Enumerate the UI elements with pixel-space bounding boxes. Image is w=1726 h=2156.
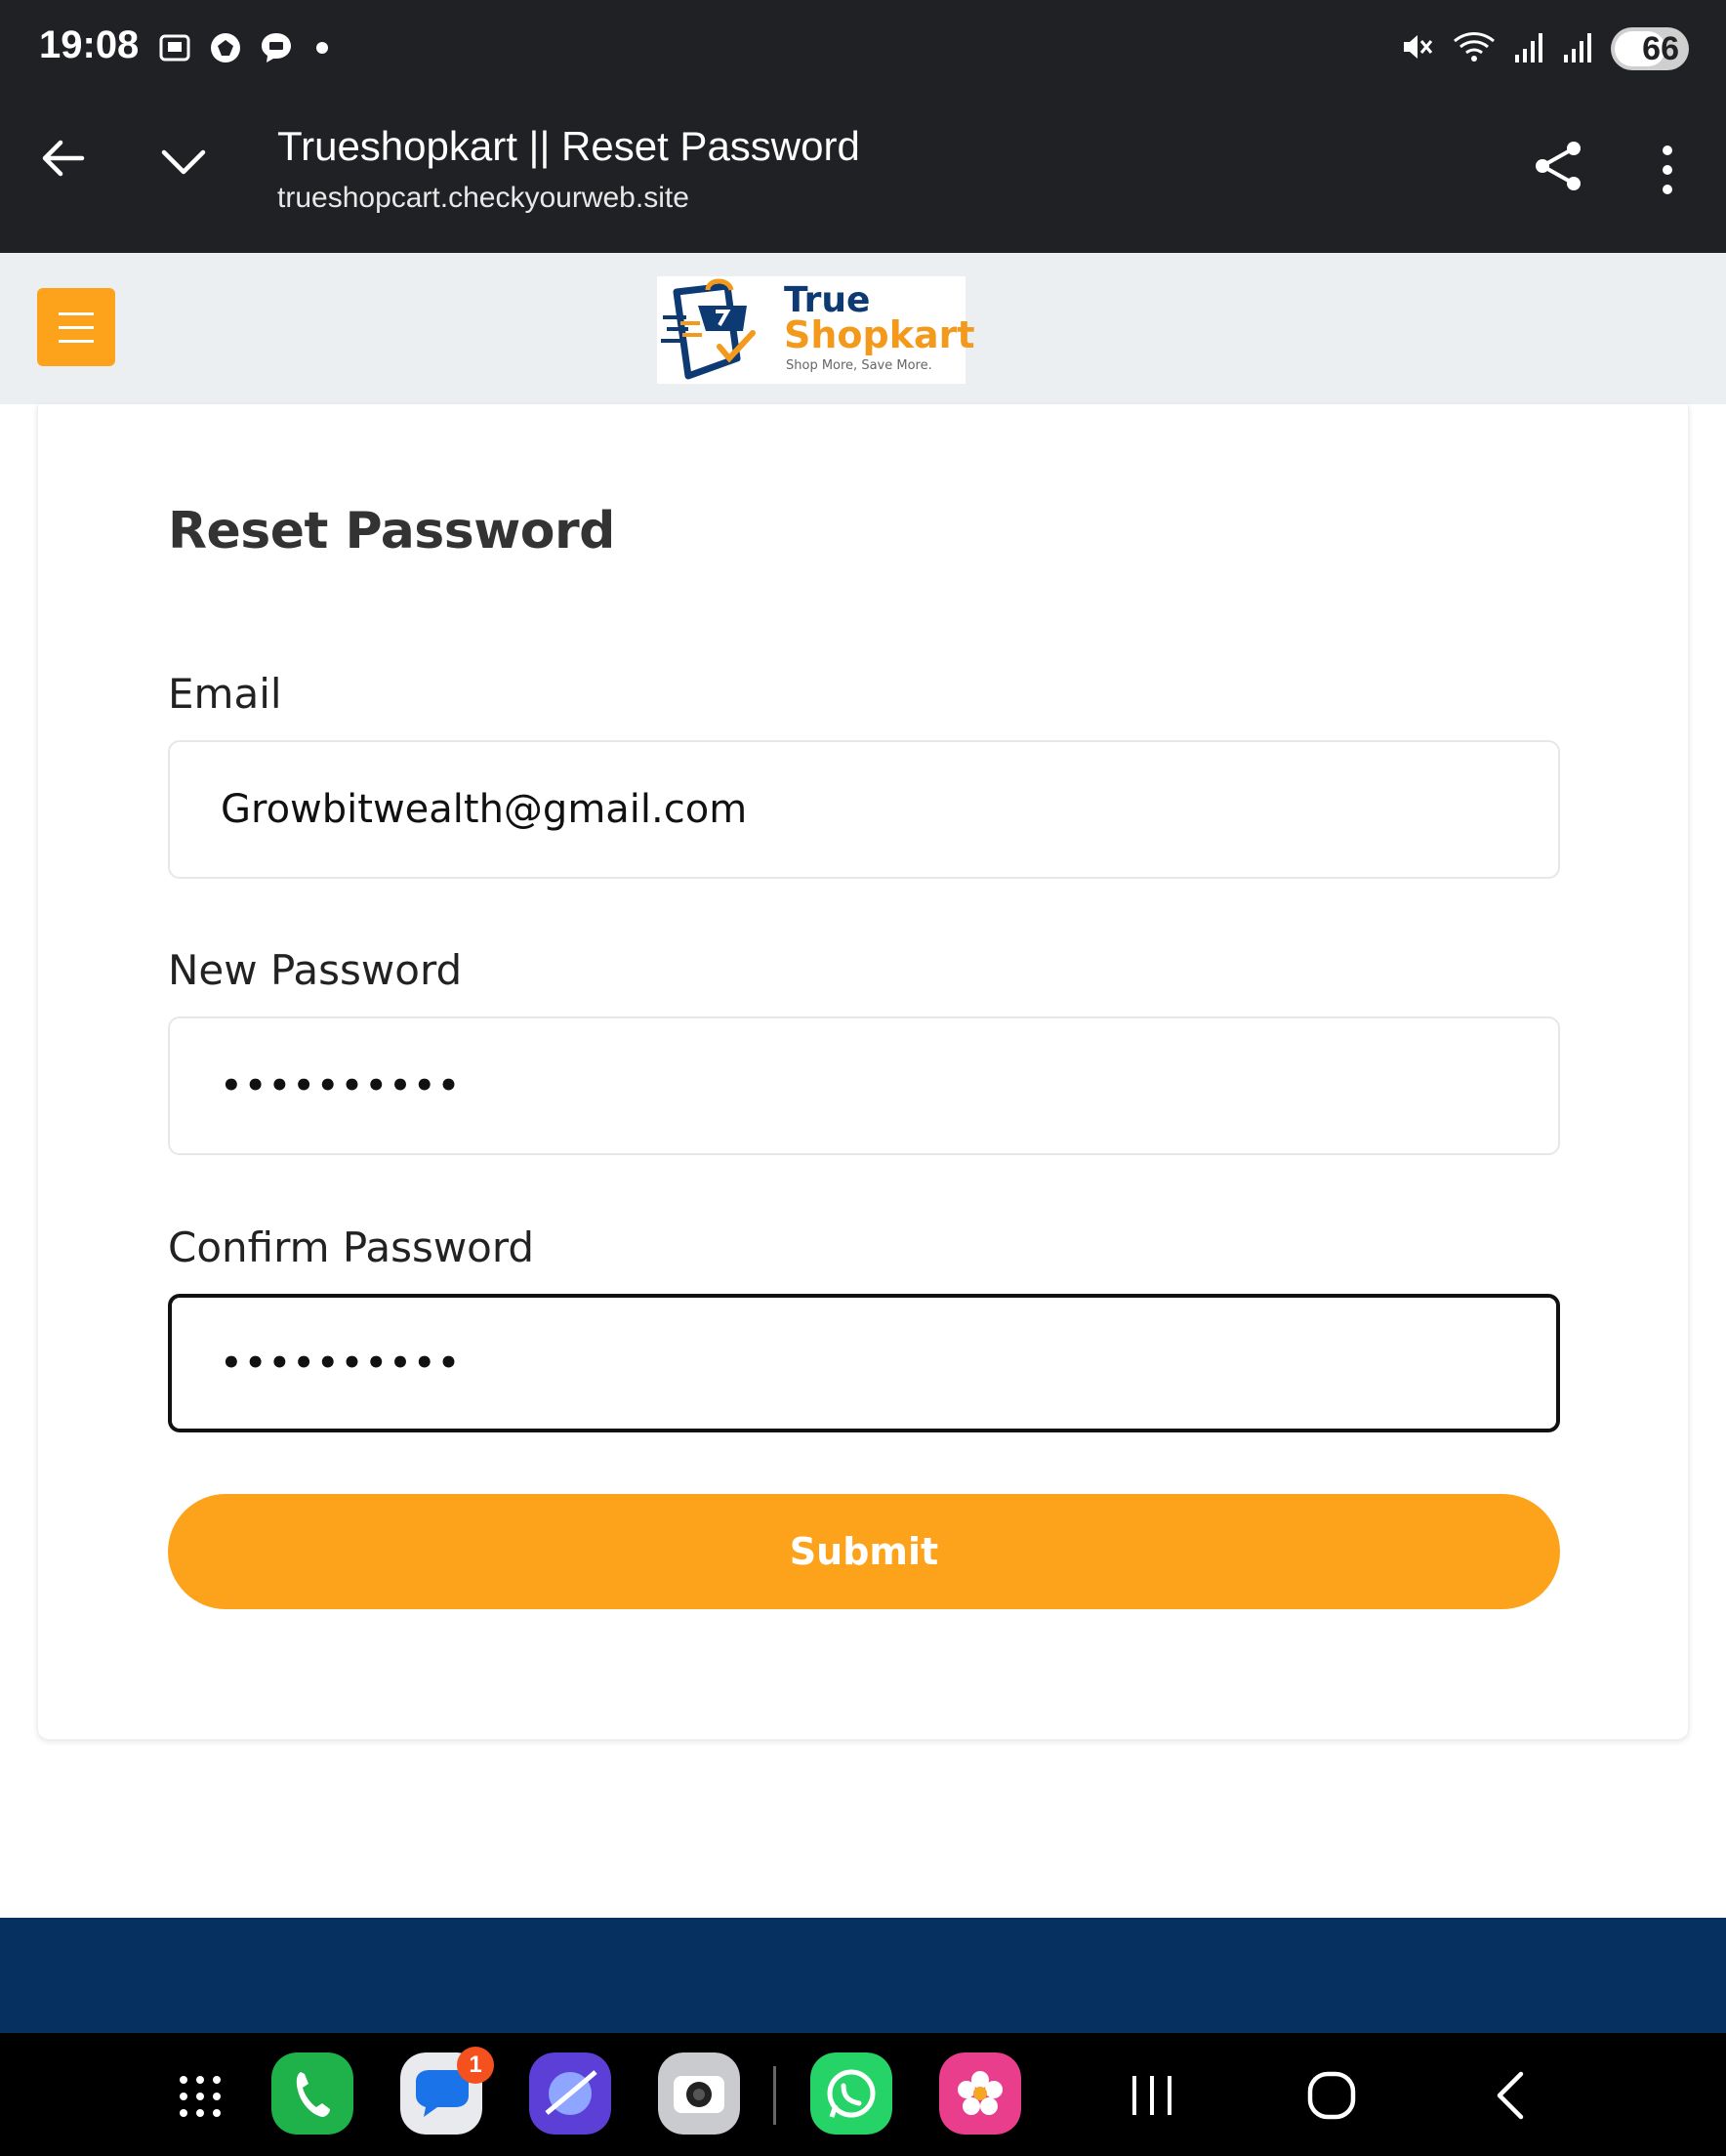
app-drawer-icon[interactable] [176,2072,225,2121]
submit-button[interactable]: Submit [168,1494,1560,1609]
new-password-label: New Password [168,946,463,994]
signal-icon-2 [1562,29,1593,68]
signal-icon [1513,29,1544,68]
mute-icon [1400,29,1435,68]
browser-toolbar: Trueshopkart || Reset Password trueshopc… [0,98,1726,253]
camera-app-icon[interactable] [658,2052,740,2135]
battery-level: 66 [1642,29,1679,67]
home-icon[interactable] [1304,2068,1359,2123]
confirm-password-label: Confirm Password [168,1223,535,1271]
confirm-password-field[interactable]: •••••••••• [168,1294,1560,1432]
notification-icons [156,29,328,66]
battery-indicator: 66 [1611,27,1689,70]
messages-badge: 1 [457,2047,494,2084]
navigation-bar: 1 [0,2033,1726,2156]
more-options-icon[interactable] [1654,143,1681,197]
site-footer [0,1918,1726,2033]
form-title: Reset Password [168,502,615,560]
internet-app-icon[interactable] [529,2052,611,2135]
email-field[interactable]: Growbitwealth@gmail.com [168,740,1560,879]
gallery-app-icon[interactable] [939,2052,1021,2135]
whatsapp-app-icon[interactable] [810,2052,892,2135]
status-time: 19:08 [39,23,140,66]
share-icon[interactable] [1531,139,1585,193]
site-logo[interactable]: True Shopkart Shop More, Save More. [657,276,975,384]
logo-word-shopkart: Shopkart [784,313,975,356]
site-header: True Shopkart Shop More, Save More. [0,253,1726,404]
back-icon[interactable] [1484,2068,1539,2123]
wifi-icon [1453,29,1496,68]
new-password-field[interactable]: •••••••••• [168,1016,1560,1155]
browser-notification-icon [207,29,244,66]
hamburger-menu-button[interactable] [37,288,115,366]
page-title: Trueshopkart || Reset Password [277,123,860,169]
dock-divider [773,2066,776,2125]
logo-tagline: Shop More, Save More. [786,358,932,373]
email-label: Email [168,670,282,718]
reset-password-card: Reset Password Email Growbitwealth@gmail… [37,404,1689,1740]
phone-app-icon[interactable] [271,2052,353,2135]
page-url[interactable]: trueshopcart.checkyourweb.site [277,182,689,215]
recent-apps-icon[interactable] [1125,2068,1179,2123]
status-bar: 19:08 66 [0,0,1726,98]
new-password-value: •••••••••• [221,1066,463,1105]
shopping-bag-logo-icon [661,278,756,380]
chevron-down-icon[interactable] [158,137,209,187]
back-arrow-icon[interactable] [37,133,88,184]
chat-notification-icon [258,29,295,66]
system-status-icons: 66 [1400,27,1689,70]
confirm-password-value: •••••••••• [221,1344,463,1383]
screenshot-notification-icon [156,29,193,66]
email-value: Growbitwealth@gmail.com [221,787,748,832]
more-notifications-dot [316,42,328,54]
